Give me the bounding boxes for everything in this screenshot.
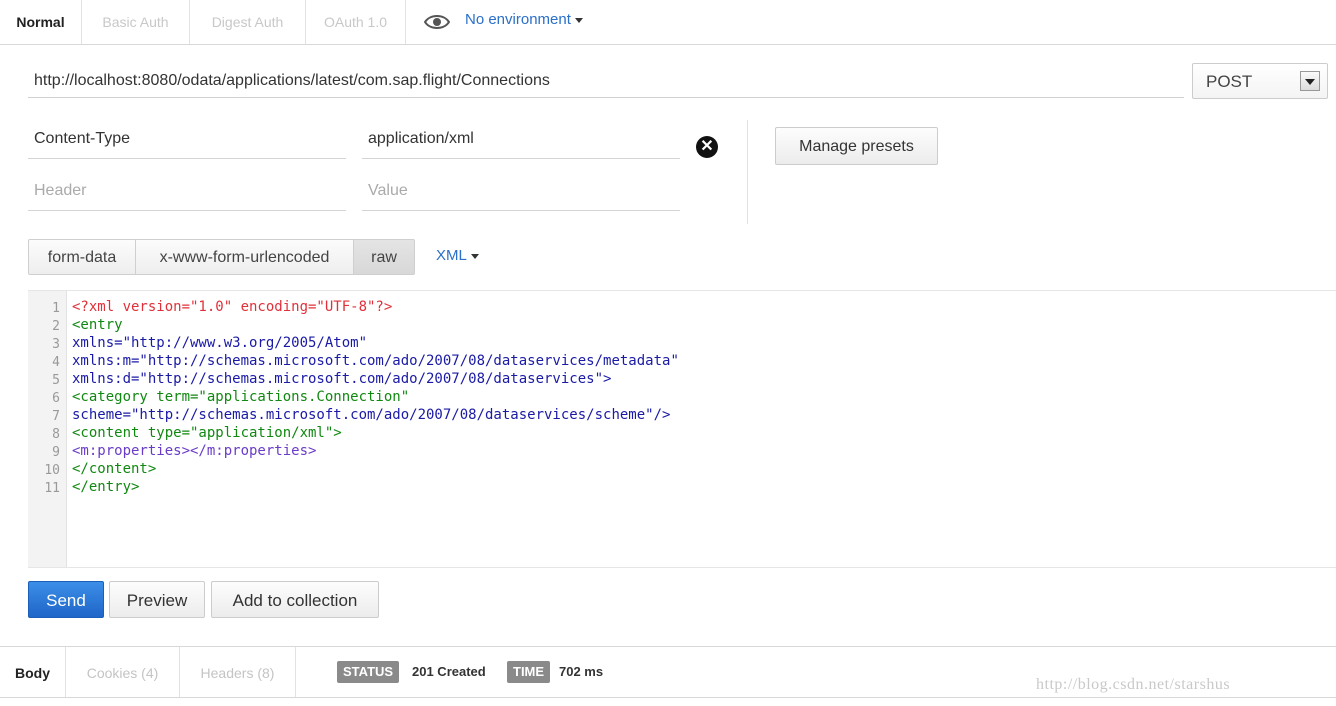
send-button[interactable]: Send [28, 581, 104, 618]
chevron-down-icon [470, 253, 479, 259]
code-line: xmlns:d="http://schemas.microsoft.com/ad… [72, 371, 612, 387]
line-number: 9 [52, 445, 60, 460]
header-value-input[interactable]: application/xml [362, 119, 680, 159]
status-badge: STATUS [337, 661, 400, 683]
dropdown-arrow-icon[interactable] [1300, 71, 1320, 91]
auth-tab-bar: Normal Basic Auth Digest Auth OAuth 1.0 … [0, 0, 1336, 45]
code-line: </content> [72, 461, 157, 477]
code-line: xmlns:m="http://schemas.microsoft.com/ad… [72, 353, 679, 369]
status-value: 201 Created [412, 664, 486, 679]
body-type-raw[interactable]: raw [353, 239, 415, 275]
code-line: <content type="application/xml"> [72, 425, 342, 441]
eye-icon[interactable] [424, 12, 450, 32]
line-number: 7 [52, 409, 60, 424]
tab-normal[interactable]: Normal [0, 0, 82, 44]
url-input[interactable]: http://localhost:8080/odata/applications… [28, 64, 1184, 98]
remove-header-icon[interactable]: ✕ [696, 136, 718, 158]
watermark: http://blog.csdn.net/starshus [1036, 676, 1231, 693]
time-badge: TIME [507, 661, 551, 683]
line-number: 2 [52, 319, 60, 334]
raw-format-selector[interactable]: XML [436, 247, 479, 264]
code-editor[interactable]: 1 2 3 4 5 6 7 8 9 10 11 <?xml version="1… [28, 290, 1336, 568]
tab-body[interactable]: Body [0, 647, 66, 697]
line-number: 8 [52, 427, 60, 442]
code-line: </entry> [72, 479, 140, 495]
header-key-input[interactable]: Content-Type [28, 119, 346, 159]
method-select[interactable]: POST [1192, 63, 1328, 99]
manage-presets-button[interactable]: Manage presets [775, 127, 938, 165]
tab-basic-auth[interactable]: Basic Auth [82, 0, 190, 44]
tab-digest-auth[interactable]: Digest Auth [190, 0, 306, 44]
code-line: <category term="applications.Connection" [72, 389, 410, 405]
code-line: xmlns="http://www.w3.org/2005/Atom" [72, 335, 368, 351]
line-number: 11 [44, 481, 60, 496]
code-line: scheme="http://schemas.microsoft.com/ado… [72, 407, 671, 423]
add-to-collection-button[interactable]: Add to collection [211, 581, 379, 618]
method-label: POST [1206, 72, 1253, 91]
line-number: 10 [44, 463, 60, 478]
chevron-down-icon [574, 17, 583, 23]
time-value: 702 ms [559, 664, 604, 679]
header-key-placeholder[interactable]: Header [28, 171, 346, 211]
tab-oauth[interactable]: OAuth 1.0 [306, 0, 406, 44]
line-number: 6 [52, 391, 60, 406]
environment-label: No environment [465, 11, 571, 28]
line-number: 3 [52, 337, 60, 352]
raw-format-label: XML [436, 247, 467, 264]
tab-headers[interactable]: Headers (8) [180, 647, 296, 697]
header-value-placeholder[interactable]: Value [362, 171, 680, 211]
environment-selector[interactable]: No environment [465, 11, 583, 28]
body-type-urlencoded[interactable]: x-www-form-urlencoded [135, 239, 354, 275]
code-line: <?xml version="1.0" encoding="UTF-8"?> [72, 299, 393, 315]
line-number: 5 [52, 373, 60, 388]
code-line: <m:properties></m:properties> [72, 443, 317, 459]
divider [747, 120, 748, 224]
tab-cookies[interactable]: Cookies (4) [66, 647, 180, 697]
code-line: <entry [72, 317, 123, 333]
line-number: 4 [52, 355, 60, 370]
line-number-gutter: 1 2 3 4 5 6 7 8 9 10 11 [28, 291, 67, 567]
preview-button[interactable]: Preview [109, 581, 205, 618]
line-number: 1 [52, 301, 60, 316]
body-type-form-data[interactable]: form-data [28, 239, 136, 275]
